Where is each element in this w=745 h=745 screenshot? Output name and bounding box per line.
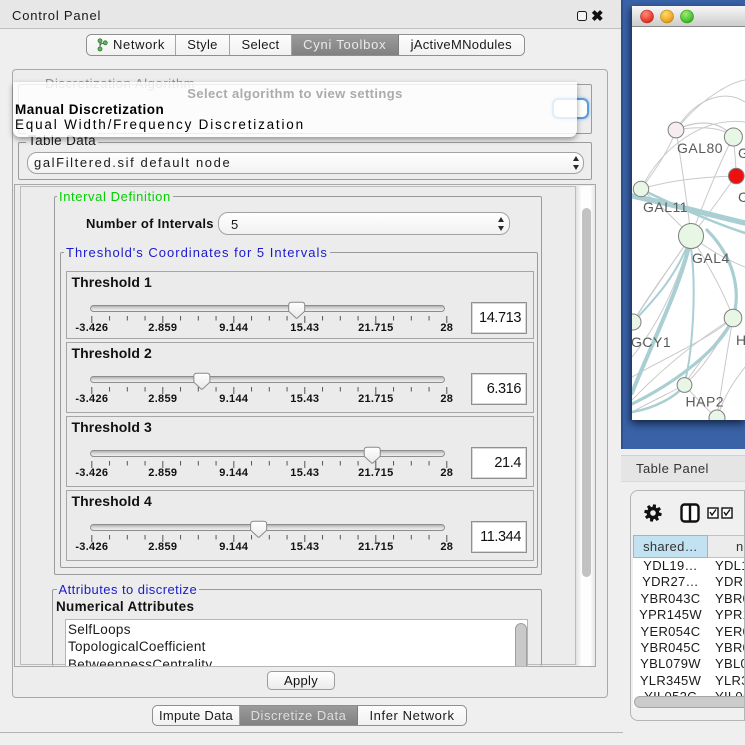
svg-text:C: C — [738, 189, 745, 205]
svg-text:H: H — [736, 332, 745, 348]
svg-text:GAL4: GAL4 — [692, 250, 730, 266]
svg-text:HAP2: HAP2 — [686, 394, 725, 410]
svg-text:GA: GA — [738, 145, 745, 161]
svg-text:GCY1: GCY1 — [632, 334, 671, 350]
svg-text:GAL80: GAL80 — [677, 140, 723, 156]
svg-text:GAL11: GAL11 — [643, 199, 688, 215]
